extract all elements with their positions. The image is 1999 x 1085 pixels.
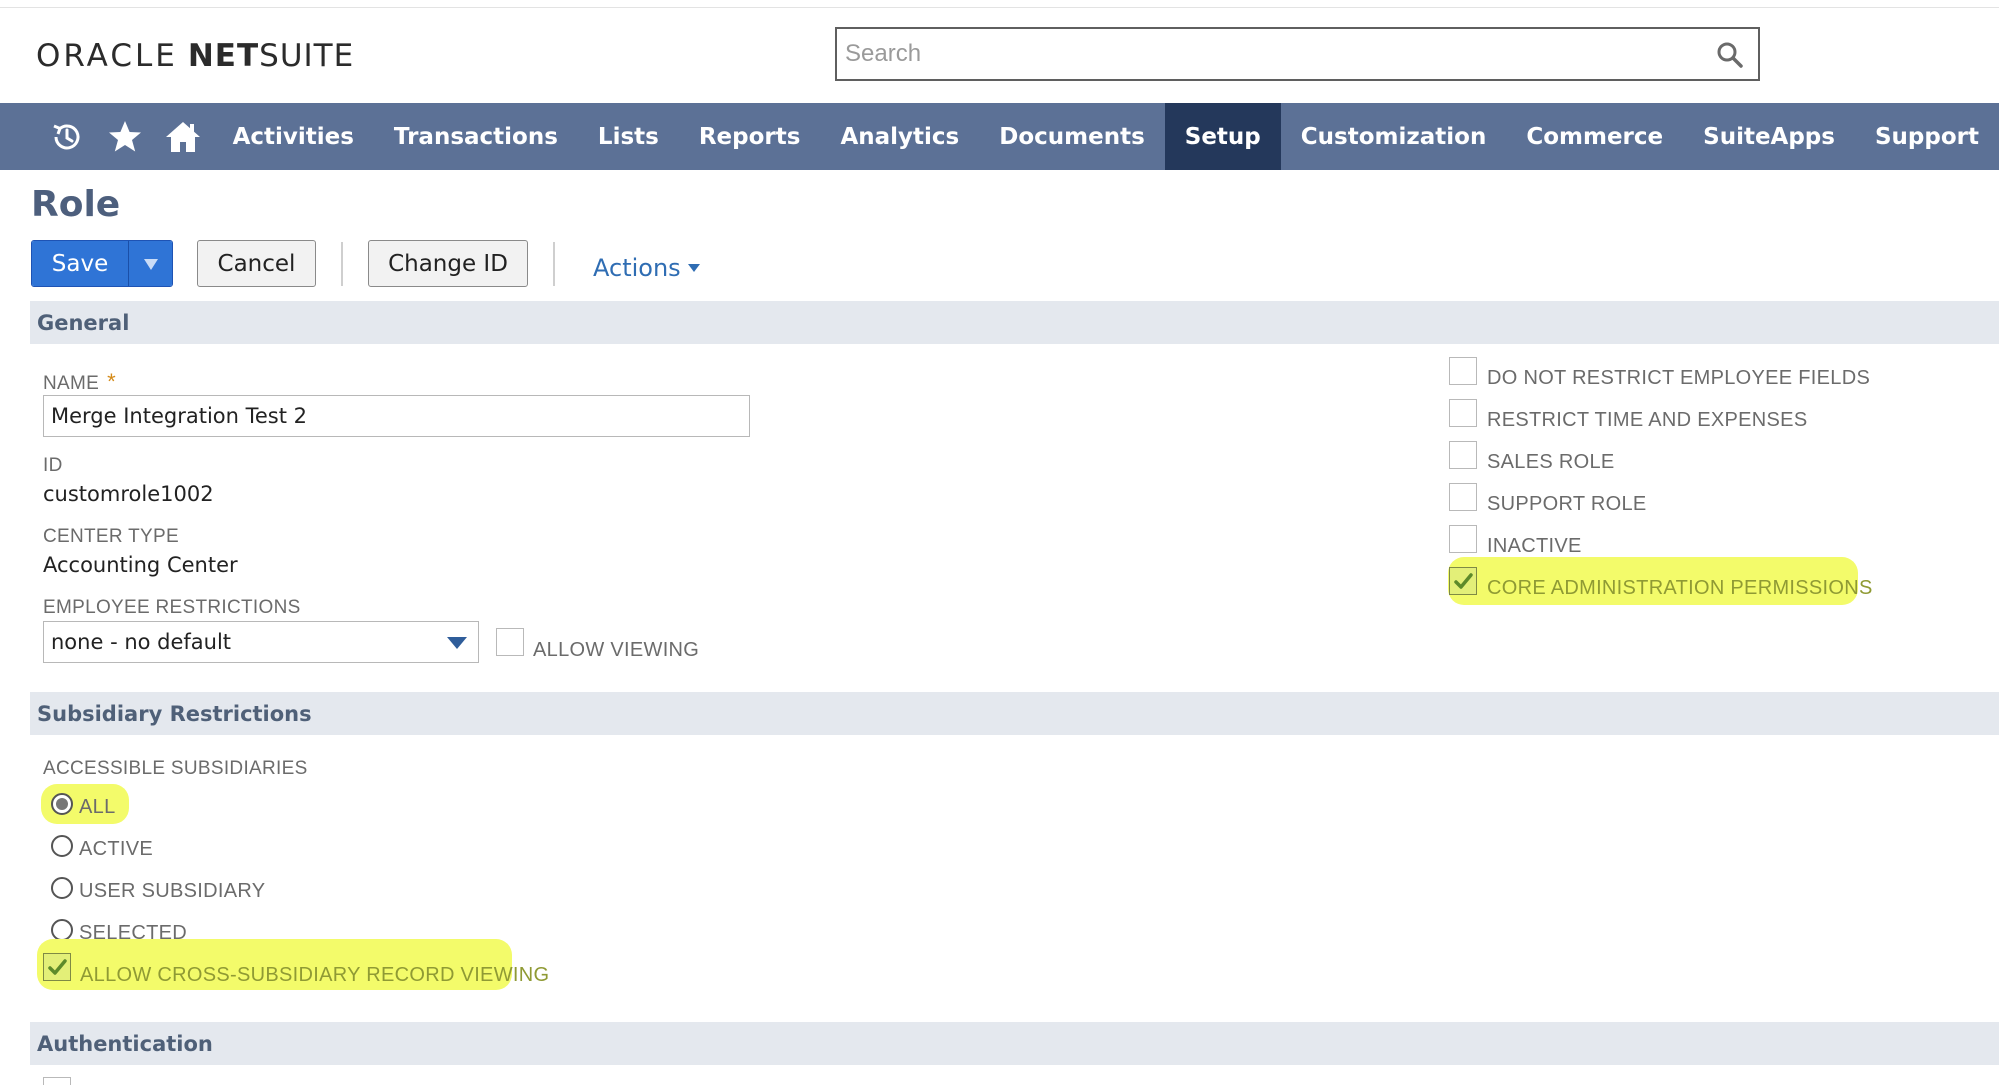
change-id-button[interactable]: Change ID [368, 240, 528, 287]
dropdown-arrow-icon [447, 637, 467, 649]
allow-viewing-checkbox[interactable] [496, 628, 524, 656]
cancel-button[interactable]: Cancel [197, 240, 316, 287]
actions-label: Actions [593, 254, 681, 282]
inactive-checkbox[interactable] [1449, 525, 1477, 553]
toolbar-divider [553, 242, 555, 286]
nav-lists[interactable]: Lists [578, 103, 679, 170]
subsidiary-all-label: ALL [79, 796, 116, 818]
center-type-value: Accounting Center [43, 553, 238, 577]
nav-transactions[interactable]: Transactions [374, 103, 578, 170]
employee-restrictions-select[interactable]: none - no default [43, 621, 479, 663]
core-administration-permissions-label: CORE ADMINISTRATION PERMISSIONS [1487, 577, 1873, 599]
nav-customization[interactable]: Customization [1281, 103, 1507, 170]
section-subsidiary-restrictions[interactable]: Subsidiary Restrictions [30, 692, 1999, 735]
nav-commerce[interactable]: Commerce [1506, 103, 1683, 170]
star-icon [109, 120, 142, 151]
subsidiary-active-radio[interactable] [51, 835, 73, 857]
logo-net: NET [187, 38, 260, 74]
save-button[interactable]: Save [32, 241, 128, 286]
logo-suite: SUITE [259, 38, 355, 74]
search-icon[interactable] [1716, 41, 1744, 69]
caret-down-icon [143, 258, 158, 270]
support-role-checkbox[interactable] [1449, 483, 1477, 511]
checkmark-icon [1454, 573, 1473, 589]
sales-role-label: SALES ROLE [1487, 451, 1615, 473]
subsidiary-selected-radio[interactable] [51, 919, 73, 941]
accessible-subsidiaries-label: ACCESSIBLE SUBSIDIARIES [43, 758, 308, 779]
home-icon [166, 121, 201, 152]
center-type-label: CENTER TYPE [43, 526, 179, 547]
save-options-dropdown[interactable] [128, 241, 172, 286]
employee-restrictions-value: none - no default [51, 630, 232, 654]
name-label-text: NAME [43, 373, 100, 394]
subsidiary-user-radio[interactable] [51, 877, 73, 899]
section-general[interactable]: General [30, 301, 1999, 344]
main-navigation: Activities Transactions Lists Reports An… [0, 103, 1999, 170]
restrict-time-expenses-label: RESTRICT TIME AND EXPENSES [1487, 409, 1808, 431]
cross-subsidiary-viewing-checkbox[interactable] [43, 953, 71, 981]
nav-support[interactable]: Support [1855, 103, 1999, 170]
id-value: customrole1002 [43, 482, 214, 506]
support-role-label: SUPPORT ROLE [1487, 493, 1647, 515]
nav-suiteapps[interactable]: SuiteApps [1683, 103, 1855, 170]
do-not-restrict-employee-fields-label: DO NOT RESTRICT EMPLOYEE FIELDS [1487, 367, 1871, 389]
nav-documents[interactable]: Documents [979, 103, 1165, 170]
inactive-label: INACTIVE [1487, 535, 1582, 557]
logo-oracle-text: ORACLE [36, 38, 178, 74]
toolbar-divider [341, 242, 343, 286]
core-administration-permissions-checkbox[interactable] [1449, 567, 1477, 595]
required-marker: * [107, 369, 116, 394]
recent-history-icon [53, 124, 80, 149]
nav-setup[interactable]: Setup [1164, 103, 1281, 170]
name-label: NAME * [43, 369, 116, 395]
checkmark-icon [48, 959, 67, 975]
top-border [0, 0, 1999, 8]
nav-analytics[interactable]: Analytics [820, 103, 979, 170]
subsidiary-all-radio[interactable] [51, 793, 73, 815]
cross-subsidiary-viewing-label: ALLOW CROSS-SUBSIDIARY RECORD VIEWING [80, 964, 550, 986]
subsidiary-user-label: USER SUBSIDIARY [79, 880, 266, 902]
subsidiary-active-label: ACTIVE [79, 838, 154, 860]
page-title: Role [31, 184, 121, 225]
section-authentication[interactable]: Authentication [30, 1022, 1999, 1065]
employee-restrictions-label: EMPLOYEE RESTRICTIONS [43, 597, 301, 618]
oracle-netsuite-logo[interactable]: ORACLE NETSUITE [36, 36, 354, 76]
do-not-restrict-employee-fields-checkbox[interactable] [1449, 357, 1477, 385]
logo-netsuite-text: NETSUITE [188, 38, 354, 74]
allow-viewing-label: ALLOW VIEWING [533, 639, 700, 661]
id-label: ID [43, 455, 63, 476]
recent-records-button[interactable] [38, 103, 96, 170]
caret-down-icon [687, 264, 700, 272]
name-field[interactable] [43, 395, 750, 437]
home-button[interactable] [154, 103, 212, 170]
search-input[interactable] [837, 29, 1697, 79]
save-button-group: Save [31, 240, 173, 287]
authentication-checkbox-partial[interactable] [43, 1077, 71, 1085]
global-search [835, 27, 1760, 81]
sales-role-checkbox[interactable] [1449, 441, 1477, 469]
nav-activities[interactable]: Activities [213, 103, 374, 170]
restrict-time-expenses-checkbox[interactable] [1449, 399, 1477, 427]
actions-menu[interactable]: Actions [593, 254, 701, 282]
nav-reports[interactable]: Reports [679, 103, 821, 170]
shortcuts-button[interactable] [96, 103, 154, 170]
